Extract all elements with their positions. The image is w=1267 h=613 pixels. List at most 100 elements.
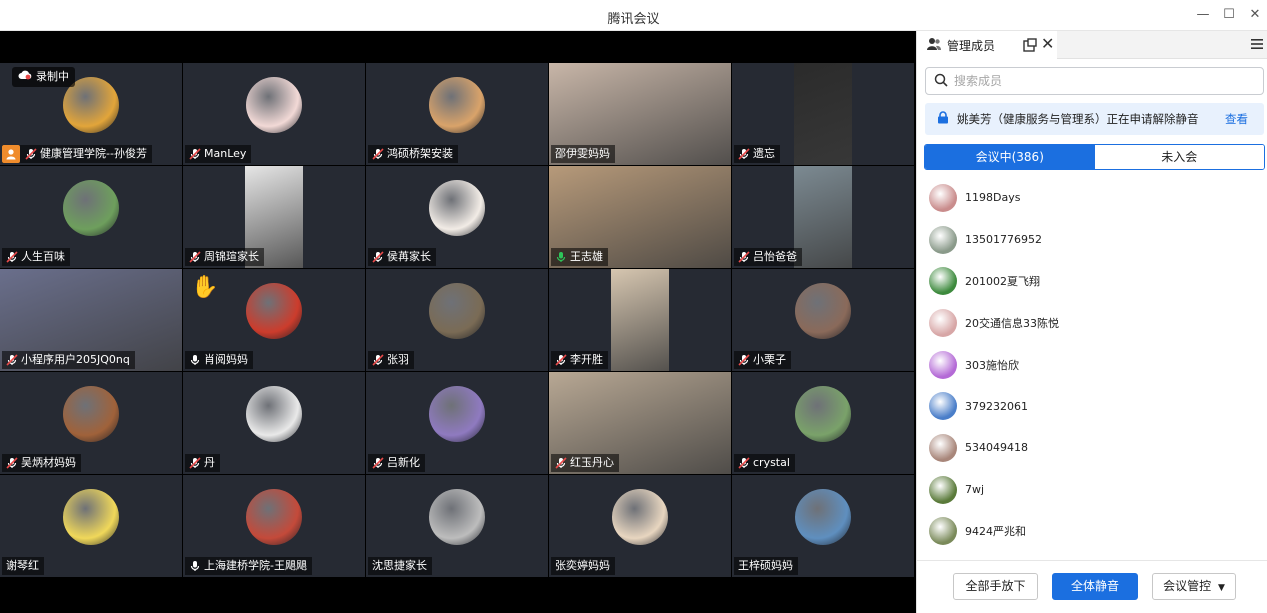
mic-muted-icon [372, 354, 384, 366]
member-list-item[interactable]: 20交通信息33陈悦 [917, 302, 1267, 344]
participant-name: 遗忘 [753, 147, 775, 160]
video-tile[interactable]: 李开胜 [549, 269, 731, 371]
video-tile[interactable]: 丹 [183, 372, 365, 474]
host-icon [2, 145, 20, 163]
member-avatar [929, 392, 957, 421]
video-tile[interactable]: 王梓硕妈妈 [732, 475, 914, 577]
participant-avatar [429, 489, 485, 545]
video-tile[interactable]: 谢琴红 [0, 475, 182, 577]
mic-muted-icon [738, 251, 750, 263]
search-box[interactable] [925, 67, 1264, 95]
video-tile[interactable]: 沈思捷家长 [366, 475, 548, 577]
video-tile[interactable]: 小程序用户205JQ0nq [0, 269, 182, 371]
menu-icon[interactable] [1250, 36, 1264, 50]
video-tile[interactable]: 张羽 [366, 269, 548, 371]
participant-name: 张羽 [387, 353, 409, 366]
video-tile[interactable]: 吴炳材妈妈 [0, 372, 182, 474]
video-tile[interactable]: 鸿硕桥架安装 [366, 63, 548, 165]
mic-muted-icon [555, 354, 567, 366]
mic-muted-icon [6, 251, 18, 263]
member-list-item[interactable]: 1198Days [917, 177, 1267, 219]
participant-avatar [63, 386, 119, 442]
window-title: 腾讯会议 [607, 12, 660, 27]
participant-avatar [246, 77, 302, 133]
meeting-window: 腾讯会议 — ☐ ✕ 健康管理学院--孙俊芳 录制中 ManLey 鸿硕桥架安装 邵伊雯… [0, 0, 1267, 613]
maximize-button[interactable]: ☐ [1218, 4, 1240, 26]
video-tile[interactable]: ✋ 肖阅妈妈 [183, 269, 365, 371]
participant-name-tag: 上海建桥学院-王飓飓 [185, 557, 312, 575]
member-list-item[interactable]: 534049418 [917, 427, 1267, 469]
tab-in-meeting[interactable]: 会议中(386) [925, 145, 1095, 169]
video-tile[interactable]: 遗忘 [732, 63, 914, 165]
participant-name-tag: 遗忘 [734, 145, 780, 163]
participant-name: 小程序用户205JQ0nq [21, 353, 130, 366]
participant-name-tag: crystal [734, 454, 795, 472]
member-list-item[interactable]: 13501776952 [917, 219, 1267, 261]
participant-name-tag: 人生百味 [2, 248, 70, 266]
participant-name: 侯苒家长 [387, 250, 431, 263]
member-name: 1198Days [965, 191, 1021, 205]
participant-name-tag: 健康管理学院--孙俊芳 [2, 145, 152, 163]
recording-badge[interactable]: 录制中 [12, 67, 75, 87]
participant-name: 周锦瑄家长 [204, 250, 259, 263]
close-button[interactable]: ✕ [1244, 4, 1266, 26]
member-name: 201002夏飞翔 [965, 275, 1040, 289]
video-tile[interactable]: 上海建桥学院-王飓飓 [183, 475, 365, 577]
popout-icon[interactable] [1023, 37, 1037, 52]
mic-muted-icon [738, 354, 750, 366]
video-tile[interactable]: 红玉丹心 [549, 372, 731, 474]
member-list-item[interactable]: 201002夏飞翔 [917, 260, 1267, 302]
video-tile[interactable]: 吕怡爸爸 [732, 166, 914, 268]
cloud-record-icon [18, 67, 32, 87]
member-avatar [929, 517, 957, 546]
participant-name-tag: 小程序用户205JQ0nq [2, 351, 135, 369]
video-feed [794, 63, 852, 165]
mic-muted-icon [372, 457, 384, 469]
minimize-button[interactable]: — [1192, 4, 1214, 26]
participant-name: 肖阅妈妈 [204, 353, 248, 366]
search-icon [934, 72, 948, 91]
video-tile[interactable]: 王志雄 [549, 166, 731, 268]
member-list-item[interactable]: 379232061 [917, 385, 1267, 427]
member-avatar [929, 267, 957, 296]
tab-not-joined[interactable]: 未入会 [1094, 145, 1264, 169]
participant-avatar [246, 283, 302, 339]
video-tile[interactable]: 小栗子 [732, 269, 914, 371]
view-request-link[interactable]: 查看 [1225, 111, 1248, 127]
participant-avatar [63, 489, 119, 545]
member-list-item[interactable]: 9424严兆和 [917, 511, 1267, 553]
lower-all-hands-button[interactable]: 全部手放下 [953, 573, 1038, 600]
mic-icon [189, 560, 201, 572]
notice-text: 姚美芳（健康服务与管理系）正在申请解除静音 [957, 112, 1199, 126]
participant-name: 丹 [204, 456, 215, 469]
participant-name-tag: 沈思捷家长 [368, 557, 432, 575]
participant-name: 王志雄 [570, 250, 603, 263]
video-tile[interactable]: crystal [732, 372, 914, 474]
video-tile[interactable]: 邵伊雯妈妈 [549, 63, 731, 165]
video-tile[interactable]: 吕新化 [366, 372, 548, 474]
video-tile[interactable]: 张奕婷妈妈 [549, 475, 731, 577]
participant-name-tag: 周锦瑄家长 [185, 248, 264, 266]
mic-muted-icon [6, 354, 18, 366]
mic-muted-icon [738, 148, 750, 160]
member-filter-tabs: 会议中(386) 未入会 [924, 144, 1265, 170]
video-tile[interactable]: ManLey [183, 63, 365, 165]
video-tile[interactable]: 人生百味 [0, 166, 182, 268]
meeting-control-button[interactable]: 会议管控 ▼ [1152, 573, 1236, 600]
close-panel-icon[interactable]: ✕ [1041, 35, 1054, 53]
video-tile[interactable]: 健康管理学院--孙俊芳 录制中 [0, 63, 182, 165]
participant-name-tag: 肖阅妈妈 [185, 351, 253, 369]
mic-muted-icon [25, 148, 37, 160]
mute-all-button[interactable]: 全体静音 [1052, 573, 1138, 600]
member-list-item[interactable]: 7wj [917, 469, 1267, 511]
video-tile[interactable]: 侯苒家长 [366, 166, 548, 268]
video-tile[interactable]: 周锦瑄家长 [183, 166, 365, 268]
video-area: 健康管理学院--孙俊芳 录制中 ManLey 鸿硕桥架安装 邵伊雯妈妈 遗忘人生百味 周锦瑄… [0, 31, 916, 613]
mic-muted-icon [372, 148, 384, 160]
participant-avatar [795, 386, 851, 442]
member-list-item[interactable]: 303施怡欣 [917, 344, 1267, 386]
search-input[interactable] [954, 74, 1234, 88]
participant-name-tag: 邵伊雯妈妈 [551, 145, 615, 163]
mic-muted-icon [555, 457, 567, 469]
participant-name-tag: 李开胜 [551, 351, 608, 369]
